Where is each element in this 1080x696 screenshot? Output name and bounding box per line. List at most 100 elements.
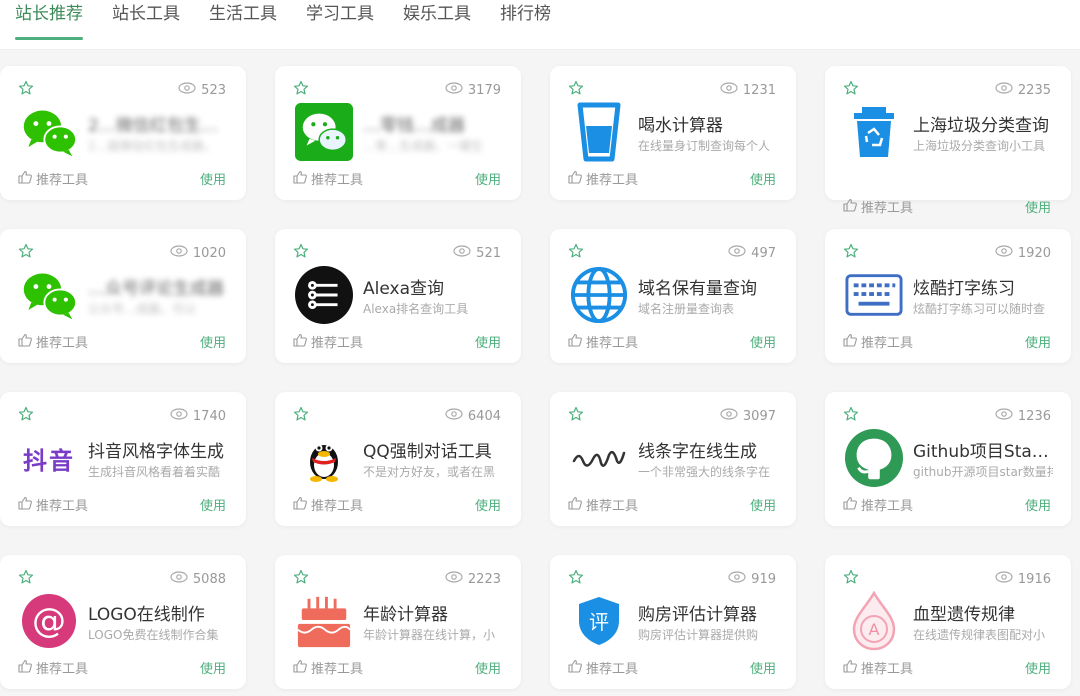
view-count-value: 5088 (192, 571, 226, 587)
tool-card[interactable]: 1916 A 血型遗传规律 在线遗传规律表图配对小 推荐工具 使用 (825, 555, 1071, 689)
tool-title[interactable]: 血型遗传规律 (913, 600, 1053, 625)
recommend-button[interactable]: 推荐工具 (18, 658, 88, 677)
star-icon[interactable] (568, 569, 584, 585)
star-icon[interactable] (293, 243, 309, 259)
recommend-button[interactable]: 推荐工具 (18, 495, 88, 514)
star-icon[interactable] (843, 80, 859, 96)
tab-entertainment-tools[interactable]: 娱乐工具 (403, 4, 471, 24)
use-button[interactable]: 使用 (750, 169, 776, 188)
tool-card[interactable]: 521 Alexa查询 Alexa排名查询工具 推荐工具 使用 (275, 229, 521, 363)
recycle-bin-icon (845, 102, 903, 162)
thumbs-up-icon (18, 170, 32, 188)
tool-card[interactable]: 5088 @ LOGO在线制作 LOGO免费在线制作合集 推荐工具 使用 (0, 555, 246, 689)
recommend-button[interactable]: 推荐工具 (568, 169, 638, 188)
tool-title[interactable]: 域名保有量查询 (638, 274, 778, 299)
star-icon[interactable] (18, 569, 34, 585)
tool-card[interactable]: 1020 …众号评论生成器 公众号…成器，可以 推荐工具 使用 (0, 229, 246, 363)
star-icon[interactable] (18, 243, 34, 259)
star-icon[interactable] (293, 406, 309, 422)
tool-card[interactable]: 523 2…微信红包生… 2…版微信红包生成器， 推荐工具 使用 (0, 66, 246, 200)
eye-icon (453, 245, 471, 261)
eye-icon (720, 408, 738, 424)
use-button[interactable]: 使用 (200, 332, 226, 351)
use-button[interactable]: 使用 (1025, 495, 1051, 514)
use-button[interactable]: 使用 (475, 658, 501, 677)
view-count-value: 1231 (742, 82, 776, 98)
tab-webmaster-tools[interactable]: 站长工具 (112, 4, 180, 24)
recommend-label: 推荐工具 (861, 662, 914, 677)
star-icon[interactable] (18, 80, 34, 96)
star-icon[interactable] (568, 406, 584, 422)
tool-title[interactable]: 上海垃圾分类查询 (913, 111, 1053, 136)
recommend-button[interactable]: 推荐工具 (843, 197, 913, 216)
recommend-label: 推荐工具 (586, 662, 639, 677)
tool-card[interactable]: 1236 Github项目Star… github开源项目star数量排 推荐工具 使用 (825, 392, 1071, 526)
tool-card[interactable]: 6404 QQ强制对话工具 不是对方好友，或者在黑 推荐工具 使用 (275, 392, 521, 526)
recommend-button[interactable]: 推荐工具 (568, 332, 638, 351)
eye-icon (178, 82, 196, 98)
tool-card[interactable]: 919 评 购房评估计算器 购房评估计算器提供购 推荐工具 使用 (550, 555, 796, 689)
use-button[interactable]: 使用 (1025, 332, 1051, 351)
tool-title[interactable]: 线条字在线生成 (638, 437, 778, 462)
tool-card[interactable]: 3179 …零钱…成器 …零…生成器，一键生 推荐工具 使用 (275, 66, 521, 200)
star-icon[interactable] (843, 406, 859, 422)
use-button[interactable]: 使用 (750, 495, 776, 514)
tool-card[interactable]: 3097 线条字在线生成 一个非常强大的线条字在 推荐工具 使用 (550, 392, 796, 526)
recommend-button[interactable]: 推荐工具 (293, 332, 363, 351)
tool-card[interactable]: 1231 喝水计算器 在线量身订制查询每个人 推荐工具 使用 (550, 66, 796, 200)
tool-title[interactable]: 2…微信红包生… (88, 111, 228, 136)
tool-description: 公众号…成器，可以 (88, 302, 197, 316)
recommend-button[interactable]: 推荐工具 (293, 495, 363, 514)
star-icon[interactable] (568, 80, 584, 96)
tool-title[interactable]: Alexa查询 (363, 274, 503, 299)
use-button[interactable]: 使用 (750, 332, 776, 351)
tab-webmaster-recommend[interactable]: 站长推荐 (15, 4, 83, 40)
tool-card[interactable]: 497 域名保有量查询 域名注册量查询表 推荐工具 使用 (550, 229, 796, 363)
use-button[interactable]: 使用 (750, 658, 776, 677)
tab-life-tools[interactable]: 生活工具 (209, 4, 277, 24)
tool-title[interactable]: 喝水计算器 (638, 111, 778, 136)
tool-title[interactable]: Github项目Star… (913, 437, 1053, 462)
use-button[interactable]: 使用 (200, 495, 226, 514)
recommend-button[interactable]: 推荐工具 (293, 658, 363, 677)
recommend-button[interactable]: 推荐工具 (293, 169, 363, 188)
view-count-value: 497 (751, 245, 776, 261)
tab-study-tools[interactable]: 学习工具 (306, 4, 374, 24)
star-icon[interactable] (568, 243, 584, 259)
recommend-button[interactable]: 推荐工具 (843, 658, 913, 677)
recommend-button[interactable]: 推荐工具 (843, 332, 913, 351)
tool-card[interactable]: 2235 上海垃圾分类查询 上海垃圾分类查询小工具 推荐工具 使用 (825, 66, 1071, 216)
use-button[interactable]: 使用 (1025, 658, 1051, 677)
tool-title[interactable]: …零钱…成器 (363, 111, 503, 136)
recommend-button[interactable]: 推荐工具 (568, 495, 638, 514)
recommend-button[interactable]: 推荐工具 (18, 332, 88, 351)
recommend-button[interactable]: 推荐工具 (843, 495, 913, 514)
tool-title[interactable]: 抖音风格字体生成 (88, 437, 228, 462)
tool-card[interactable]: 1740 抖音 抖音风格字体生成 生成抖音风格看着着实酷 推荐工具 使用 (0, 392, 246, 526)
star-icon[interactable] (843, 569, 859, 585)
use-button[interactable]: 使用 (475, 169, 501, 188)
tab-ranking[interactable]: 排行榜 (500, 4, 551, 24)
star-icon[interactable] (293, 80, 309, 96)
tool-card[interactable]: 1920 炫酷打字练习 炫酷打字练习可以随时查 推荐工具 使用 (825, 229, 1071, 363)
use-button[interactable]: 使用 (475, 332, 501, 351)
tool-card[interactable]: 2223 年龄计算器 年龄计算器在线计算，小 推荐工具 使用 (275, 555, 521, 689)
view-count: 1231 (720, 82, 776, 98)
recommend-button[interactable]: 推荐工具 (568, 658, 638, 677)
star-icon[interactable] (293, 569, 309, 585)
tool-title[interactable]: 炫酷打字练习 (913, 274, 1053, 299)
recommend-button[interactable]: 推荐工具 (18, 169, 88, 188)
tool-title[interactable]: QQ强制对话工具 (363, 437, 503, 462)
star-icon[interactable] (843, 243, 859, 259)
tool-title[interactable]: 购房评估计算器 (638, 600, 778, 625)
use-button[interactable]: 使用 (200, 658, 226, 677)
use-button[interactable]: 使用 (200, 169, 226, 188)
use-button[interactable]: 使用 (1025, 197, 1051, 216)
view-count: 3179 (445, 82, 501, 98)
use-button[interactable]: 使用 (475, 495, 501, 514)
view-count: 2223 (445, 571, 501, 587)
star-icon[interactable] (18, 406, 34, 422)
tool-title[interactable]: 年龄计算器 (363, 600, 503, 625)
tool-title[interactable]: LOGO在线制作 (88, 600, 228, 625)
tool-title[interactable]: …众号评论生成器 (88, 274, 228, 299)
